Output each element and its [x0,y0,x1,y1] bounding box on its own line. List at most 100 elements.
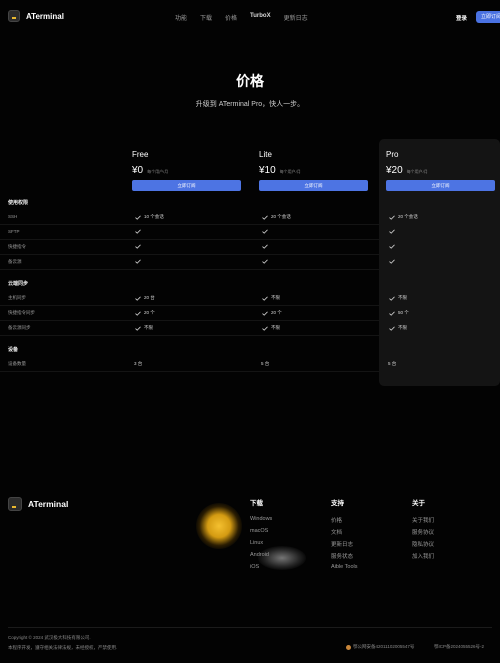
cell-text: 不限 [271,325,280,330]
pro-cell: 5 台 [388,361,397,366]
pro-cell: 20 个会话 [389,214,418,220]
subscribe-button[interactable]: 立即订阅 [476,11,500,23]
logo[interactable]: ATerminal [8,10,64,22]
free-cell [135,259,144,264]
check-icon [135,215,141,220]
plan-price: ¥20 每个用户/月 [386,165,496,176]
footer-column-title: 关于 [412,500,425,507]
check-icon [135,229,141,234]
footer-link-macos[interactable]: macOS [250,528,272,540]
footer-link-linux[interactable]: Linux [250,540,272,552]
cell-text: 不限 [398,295,407,300]
nav-changelog[interactable]: 更新日志 [284,13,308,22]
page-subtitle: 升级到 ATerminal Pro，快人一步。 [195,101,305,108]
feature-row: SFTP [0,225,500,240]
lite-cell: 不限 [262,325,280,331]
row-label: 备云源同步 [8,325,31,330]
footer-column-title: 支持 [331,500,344,507]
plan-price: ¥10 每个用户/月 [259,165,369,176]
footer-link-about-us[interactable]: 关于我们 [412,516,434,528]
cell-text: 20 个会话 [271,214,291,219]
nav-download[interactable]: 下载 [200,13,212,22]
free-cell: 20 个 [135,310,155,316]
terminal-logo-icon [8,497,22,511]
footer-link-pricing[interactable]: 价格 [331,516,358,528]
lite-cell: 20 个 [262,310,282,316]
free-cell: 10 个会话 [135,214,164,220]
icp-record[interactable]: 鄂ICP备2024055526号-2 [434,644,484,650]
footer-logo[interactable]: ATerminal [8,497,68,511]
pro-cell [389,259,398,264]
check-icon [135,259,141,264]
pro-cell: 不限 [389,295,407,301]
footer-link-changelog[interactable]: 更新日志 [331,540,358,552]
cell-text: 不限 [398,325,407,330]
subscribe-free-button[interactable]: 立即订阅 [132,180,241,191]
subscribe-lite-button[interactable]: 立即订阅 [259,180,368,191]
copyright-text: Copyright © 2024 武汉极大科技有限公司. [8,635,91,640]
footer-column-download: 下载 Windows macOS Linux Android iOS [250,497,272,576]
cell-text: 50 个 [398,310,409,315]
footer-link-docs[interactable]: 文档 [331,528,358,540]
check-icon [389,229,395,234]
section-title-permissions: 使用权限 [8,200,29,206]
pro-cell: 不限 [389,325,407,331]
police-record-text: 鄂公网安备42011102005547号 [353,644,415,649]
top-header: ATerminal 功能 下载 价格 TurboX 更新日志 登录 立即订阅 [0,0,500,32]
row-label: 快捷指令同步 [8,310,35,315]
plan-name: Pro [386,150,399,159]
check-icon [389,215,395,220]
nav-turbox[interactable]: TurboX [250,13,271,22]
check-icon [262,311,268,316]
price-value: ¥10 [259,165,276,176]
check-icon [262,229,268,234]
free-cell: 3 台 [134,361,143,366]
police-badge-icon [346,644,351,650]
price-unit: 每个用户/月 [279,169,301,174]
footer-link-aible-tools[interactable]: Aible Tools [331,564,358,576]
plan-pro: Pro ¥20 每个用户/月 立即订阅 [386,150,496,191]
nav-pricing[interactable]: 价格 [225,13,237,22]
feature-row: 快捷指令 [0,240,500,255]
price-value: ¥20 [386,165,403,176]
feature-row: 主机同步 20 台 不限 不限 [0,291,500,306]
footer-link-status[interactable]: 服务状态 [331,552,358,564]
feature-row: 备云源 [0,255,500,270]
check-icon [262,244,268,249]
check-icon [389,326,395,331]
pro-cell: 50 个 [389,310,409,316]
decorative-glow [196,503,242,549]
free-cell [135,229,144,234]
footer-link-privacy[interactable]: 隐私协议 [412,540,434,552]
footer-link-android[interactable]: Android [250,552,272,564]
plan-name: Free [132,150,149,159]
pro-cell [389,229,398,234]
plan-lite: Lite ¥10 每个用户/月 立即订阅 [259,150,369,191]
check-icon [262,296,268,301]
check-icon [389,259,395,264]
check-icon [389,311,395,316]
footer-link-terms[interactable]: 服务协议 [412,528,434,540]
terminal-logo-icon [8,10,20,22]
nav-features[interactable]: 功能 [175,13,187,22]
subscribe-pro-button[interactable]: 立即订阅 [386,180,495,191]
feature-row: 快捷指令同步 20 个 20 个 50 个 [0,306,500,321]
footer-link-join-us[interactable]: 加入我们 [412,552,434,564]
police-record[interactable]: 鄂公网安备42011102005547号 [346,644,414,650]
check-icon [135,326,141,331]
login-link[interactable]: 登录 [456,14,467,22]
footer-link-ios[interactable]: iOS [250,564,272,576]
lite-cell: 20 个会话 [262,214,291,220]
lite-cell: 不限 [262,295,280,301]
logo-text: ATerminal [26,11,64,21]
footer-link-windows[interactable]: Windows [250,516,272,528]
lite-cell [262,229,271,234]
feature-row: 备云源同步 不限 不限 不限 [0,321,500,336]
footer-logo-text: ATerminal [28,499,69,509]
cell-text: 20 个会话 [398,214,418,219]
check-icon [389,244,395,249]
footer-column-about: 关于 关于我们 服务协议 隐私协议 加入我们 [412,497,434,564]
free-cell: 20 台 [135,295,155,301]
free-cell: 不限 [135,325,153,331]
footer-divider [8,627,492,628]
